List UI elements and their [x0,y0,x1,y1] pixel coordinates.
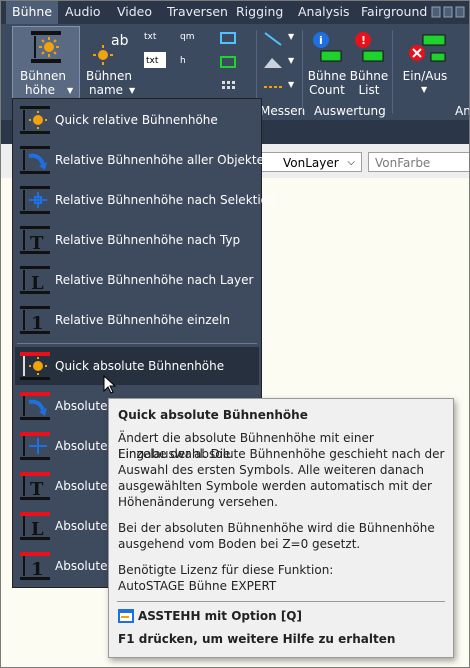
window-frame [0,0,470,668]
